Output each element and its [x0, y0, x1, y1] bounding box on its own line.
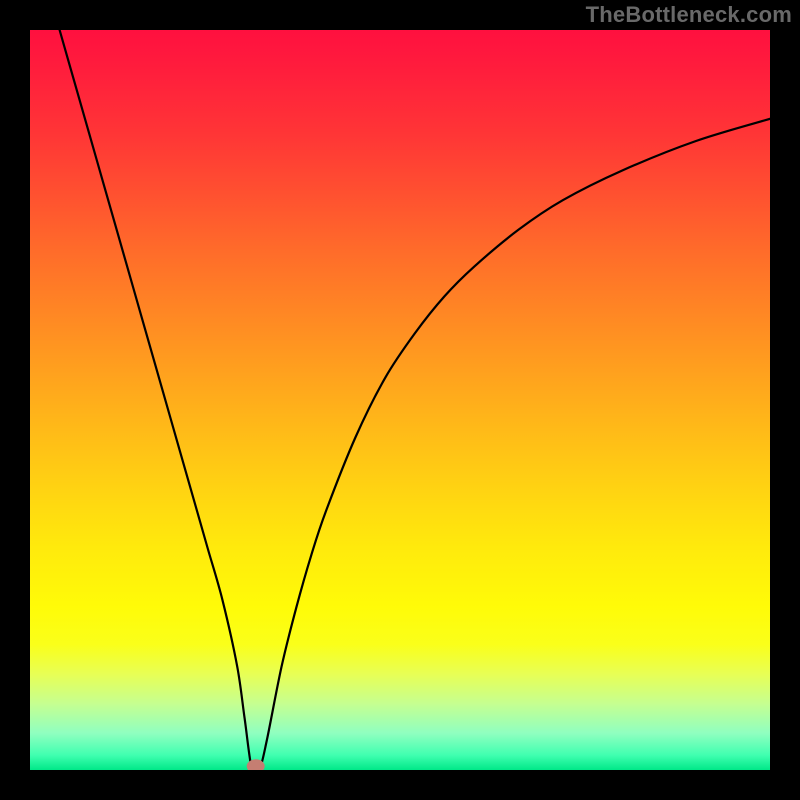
chart-frame: TheBottleneck.com	[0, 0, 800, 800]
plot-area	[30, 30, 770, 770]
watermark-text: TheBottleneck.com	[586, 2, 792, 28]
curve-layer	[30, 30, 770, 770]
bottleneck-curve	[60, 30, 770, 770]
